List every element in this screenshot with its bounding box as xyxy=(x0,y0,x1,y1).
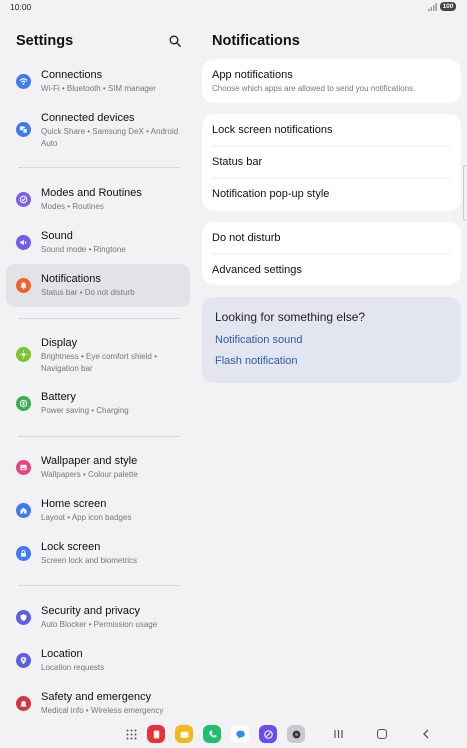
connected-devices-icon xyxy=(16,122,31,137)
sidebar-item-sublabel: Layout • App icon badges xyxy=(41,513,132,522)
sidebar-item-label: Safety and emergency xyxy=(41,691,152,703)
home-button-icon[interactable] xyxy=(377,729,387,739)
sidebar-item-label: Connections xyxy=(41,69,103,81)
sidebar-item-lock-screen[interactable]: Lock screen Screen lock and biometrics xyxy=(6,536,190,572)
signal-icon xyxy=(428,3,437,11)
apps-grid-icon[interactable] xyxy=(126,729,137,740)
sidebar-item-sublabel: Medical info • Wireless emergency xyxy=(41,706,164,715)
search-icon[interactable] xyxy=(169,35,181,47)
sidebar-item-safety-and-emergency[interactable]: Safety and emergency Medical info • Wire… xyxy=(6,686,190,716)
phone-app-icon[interactable] xyxy=(203,725,221,743)
internet-app-icon[interactable] xyxy=(259,725,277,743)
flash-notification-link[interactable]: Flash notification xyxy=(215,355,298,367)
sidebar-item-wallpaper-and-style[interactable]: Wallpaper and style Wallpapers • Colour … xyxy=(6,450,190,486)
sidebar-item-connections[interactable]: Connections Wi-Fi • Bluetooth • SIM mana… xyxy=(6,64,190,100)
messages-app-icon[interactable] xyxy=(231,725,249,743)
camera-app-icon[interactable] xyxy=(287,725,305,743)
sidebar-item-sublabel: Wi-Fi • Bluetooth • SIM manager xyxy=(41,84,156,93)
image-icon xyxy=(16,460,31,475)
recent-apps-icon[interactable] xyxy=(333,729,344,739)
sidebar-item-sublabel: Power saving • Charging xyxy=(41,406,129,415)
status-time: 10:00 xyxy=(10,2,32,12)
location-pin-icon xyxy=(16,653,31,668)
row-separator xyxy=(212,178,451,179)
edge-panel-handle[interactable] xyxy=(463,165,466,221)
sidebar-item-sublabel: Brightness • Eye comfort shield • Naviga… xyxy=(41,352,157,373)
notification-display-card: Lock screen notifications Status bar Not… xyxy=(202,114,461,211)
sidebar-item-sublabel: Sound mode • Ringtone xyxy=(41,245,126,254)
do-not-disturb-item[interactable]: Do not disturb xyxy=(212,232,280,244)
sidebar-item-home-screen[interactable]: Home screen Layout • App icon badges xyxy=(6,493,190,529)
sidebar-item-sublabel: Auto Blocker • Permission usage xyxy=(41,620,158,629)
lock-screen-notifications-item[interactable]: Lock screen notifications xyxy=(212,124,332,136)
app-notifications-label: App notifications xyxy=(212,69,293,81)
notification-options-card: Do not disturb Advanced settings xyxy=(202,222,461,285)
sidebar-item-sublabel: Quick Share • Samsung DeX • Android Auto xyxy=(41,127,179,148)
battery-indicator: 100 xyxy=(440,2,456,11)
suggestions-card: Looking for something else? Notification… xyxy=(202,297,461,383)
sidebar-item-label: Notifications xyxy=(41,273,101,285)
sidebar-item-label: Home screen xyxy=(41,498,107,510)
sidebar-item-sublabel: Location requests xyxy=(41,663,105,672)
section-divider xyxy=(19,167,179,168)
shield-icon xyxy=(16,610,31,625)
page-title: Notifications xyxy=(212,33,300,49)
sidebar-item-sublabel: Modes • Routines xyxy=(41,202,104,211)
sidebar-item-security-and-privacy[interactable]: Security and privacy Auto Blocker • Perm… xyxy=(6,600,190,636)
row-separator xyxy=(212,253,451,254)
suggestions-heading: Looking for something else? xyxy=(215,310,366,324)
sidebar-item-label: Security and privacy xyxy=(41,605,141,617)
back-icon[interactable] xyxy=(421,729,431,739)
sidebar-item-label: Sound xyxy=(41,230,73,242)
sidebar-item-battery[interactable]: Battery Power saving • Charging xyxy=(6,386,190,422)
sidebar-item-label: Lock screen xyxy=(41,541,101,553)
sidebar-item-label: Modes and Routines xyxy=(41,187,142,199)
speaker-icon xyxy=(16,235,31,250)
sidebar-item-display[interactable]: Display Brightness • Eye comfort shield … xyxy=(6,332,190,378)
sidebar-item-label: Display xyxy=(41,337,78,349)
sidebar-item-sound[interactable]: Sound Sound mode • Ringtone xyxy=(6,225,190,261)
section-divider xyxy=(19,585,179,586)
status-bar: 10:00 100 xyxy=(0,0,467,14)
bell-icon xyxy=(16,278,31,293)
wifi-icon xyxy=(16,74,31,89)
check-circle-icon xyxy=(16,192,31,207)
sidebar-item-sublabel: Screen lock and biometrics xyxy=(41,556,138,565)
notification-sound-link[interactable]: Notification sound xyxy=(215,334,302,346)
advanced-settings-item[interactable]: Advanced settings xyxy=(212,264,302,276)
sidebar-item-label: Wallpaper and style xyxy=(41,455,138,467)
folder-app-icon[interactable] xyxy=(175,725,193,743)
notification-popup-style-item[interactable]: Notification pop-up style xyxy=(212,188,329,200)
navigation-bar xyxy=(0,720,467,748)
row-separator xyxy=(212,146,451,147)
app-notifications-description: Choose which apps are allowed to send yo… xyxy=(212,84,416,93)
battery-icon xyxy=(16,396,31,411)
app-notifications-card[interactable]: App notifications Choose which apps are … xyxy=(202,59,461,103)
sidebar-item-label: Connected devices xyxy=(41,112,135,124)
emergency-icon xyxy=(16,696,31,711)
sidebar-item-notifications[interactable]: Notifications Status bar • Do not distur… xyxy=(6,264,190,307)
sidebar-item-location[interactable]: Location Location requests xyxy=(6,643,190,679)
section-divider xyxy=(19,436,179,437)
sidebar-item-sublabel: Status bar • Do not disturb xyxy=(41,288,135,297)
home-icon xyxy=(16,503,31,518)
sidebar-item-modes-and-routines[interactable]: Modes and Routines Modes • Routines xyxy=(6,182,190,218)
sidebar-item-label: Location xyxy=(41,648,83,660)
sun-icon xyxy=(16,347,31,362)
lock-icon xyxy=(16,546,31,561)
sidebar-item-label: Battery xyxy=(41,391,76,403)
status-bar-item[interactable]: Status bar xyxy=(212,156,262,168)
sidebar-item-sublabel: Wallpapers • Colour palette xyxy=(41,470,138,479)
settings-title: Settings xyxy=(16,33,74,49)
notes-app-icon[interactable] xyxy=(147,725,165,743)
section-divider xyxy=(19,318,179,319)
sidebar-item-connected-devices[interactable]: Connected devices Quick Share • Samsung … xyxy=(6,107,190,153)
